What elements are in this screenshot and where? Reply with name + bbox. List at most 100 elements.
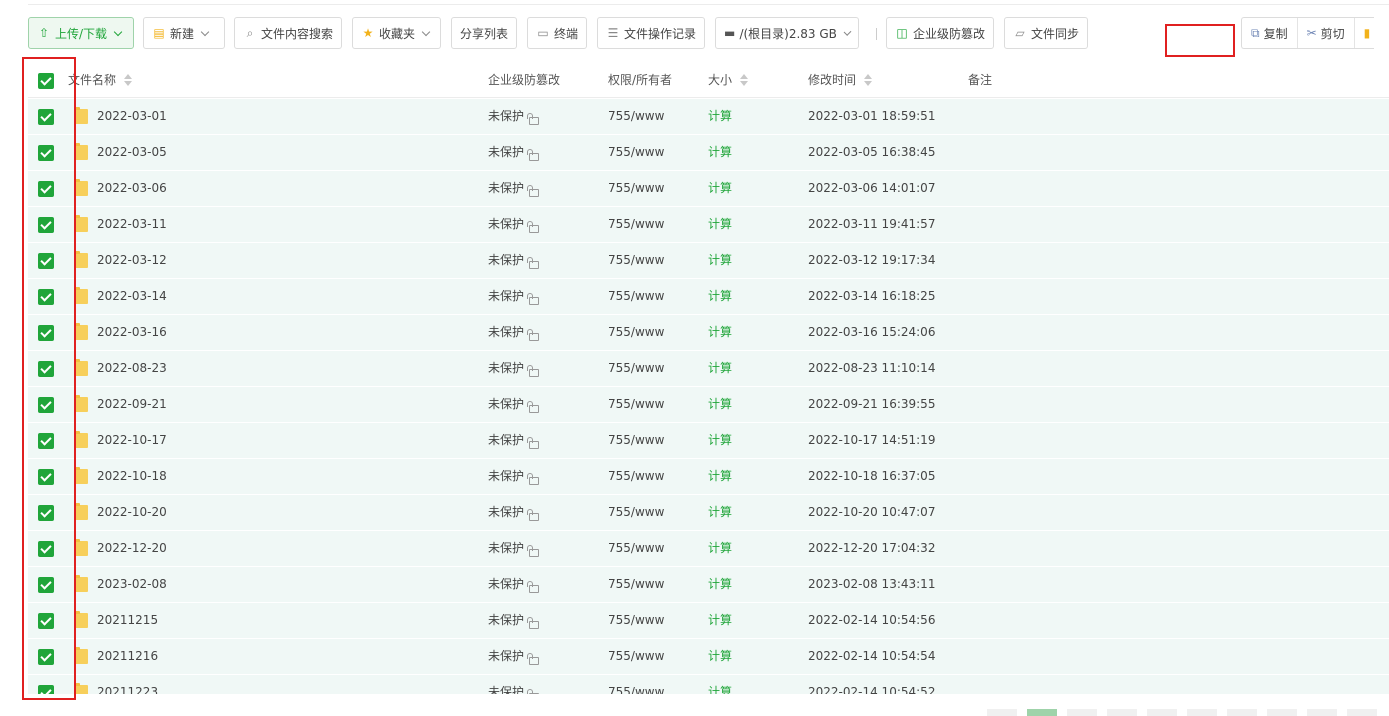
disk-selector[interactable]: ▬ /(根目录)2.83 GB — [715, 17, 859, 49]
new-button[interactable]: ▤ 新建 — [143, 17, 225, 49]
table-row[interactable]: 2022-10-18 未保护 755/www 计算 2022-10-18 16:37:0… — [28, 459, 1389, 495]
table-row[interactable]: 20211216 未保护 755/www 计算 2022-02-14 10:54:54 — [28, 639, 1389, 675]
protect-status[interactable]: 未保护 — [488, 423, 540, 458]
pager-button[interactable] — [1187, 709, 1217, 716]
protect-status[interactable]: 未保护 — [488, 315, 540, 350]
pager-button[interactable] — [1107, 709, 1137, 716]
protect-status[interactable]: 未保护 — [488, 351, 540, 386]
table-row[interactable]: 2023-02-08 未保护 755/www 计算 2023-02-08 13:43:1… — [28, 567, 1389, 603]
protect-status[interactable]: 未保护 — [488, 495, 540, 530]
file-name[interactable]: 2022-03-16 — [97, 315, 167, 350]
col-header-name[interactable]: 文件名称 — [68, 62, 133, 98]
content-search-button[interactable]: ⌕ 文件内容搜索 — [234, 17, 342, 49]
file-name[interactable]: 20211223 — [97, 675, 158, 694]
operation-log-button[interactable]: ☰ 文件操作记录 — [597, 17, 705, 49]
file-name[interactable]: 2022-03-11 — [97, 207, 167, 242]
file-sync-button[interactable]: ▱ 文件同步 — [1004, 17, 1088, 49]
protect-status[interactable]: 未保护 — [488, 459, 540, 494]
protect-status[interactable]: 未保护 — [488, 567, 540, 602]
permission[interactable]: 755/www — [608, 459, 664, 494]
file-name[interactable]: 2022-03-06 — [97, 171, 167, 206]
favorites-button[interactable]: ★ 收藏夹 — [352, 17, 441, 49]
col-header-mtime[interactable]: 修改时间 — [808, 62, 873, 98]
table-row[interactable]: 2022-10-17 未保护 755/www 计算 2022-10-17 14:51:1… — [28, 423, 1389, 459]
table-row[interactable]: 20211223 未保护 755/www 计算 2022-02-14 10:54:52 — [28, 675, 1389, 694]
cut-button[interactable]: ✂ 剪切 — [1298, 18, 1355, 48]
pager-button[interactable] — [1067, 709, 1097, 716]
protect-status[interactable]: 未保护 — [488, 135, 540, 170]
terminal-button[interactable]: ▭ 终端 — [527, 17, 587, 49]
permission[interactable]: 755/www — [608, 567, 664, 602]
calc-size-link[interactable]: 计算 — [708, 135, 732, 170]
permission[interactable]: 755/www — [608, 315, 664, 350]
more-batch-button[interactable]: ▮ — [1355, 18, 1375, 48]
table-row[interactable]: 2022-03-12 未保护 755/www 计算 2022-03-12 19:17:3… — [28, 243, 1389, 279]
file-name[interactable]: 2022-03-12 — [97, 243, 167, 278]
table-row[interactable]: 2022-03-14 未保护 755/www 计算 2022-03-14 16:18:2… — [28, 279, 1389, 315]
permission[interactable]: 755/www — [608, 675, 664, 694]
protect-status[interactable]: 未保护 — [488, 207, 540, 242]
calc-size-link[interactable]: 计算 — [708, 351, 732, 386]
file-name[interactable]: 2022-09-21 — [97, 387, 167, 422]
pager-button-current[interactable] — [1027, 709, 1057, 716]
share-list-button[interactable]: 分享列表 — [451, 17, 517, 49]
pager-button[interactable] — [1307, 709, 1337, 716]
pager-button[interactable] — [1347, 709, 1377, 716]
permission[interactable]: 755/www — [608, 171, 664, 206]
protect-status[interactable]: 未保护 — [488, 99, 540, 134]
permission[interactable]: 755/www — [608, 207, 664, 242]
tamper-protect-button[interactable]: ◫ 企业级防篡改 — [886, 17, 994, 49]
calc-size-link[interactable]: 计算 — [708, 531, 732, 566]
pager-button[interactable] — [1267, 709, 1297, 716]
file-name[interactable]: 2022-03-05 — [97, 135, 167, 170]
permission[interactable]: 755/www — [608, 279, 664, 314]
permission[interactable]: 755/www — [608, 387, 664, 422]
file-name[interactable]: 2022-03-14 — [97, 279, 167, 314]
table-row[interactable]: 2022-12-20 未保护 755/www 计算 2022-12-20 17:04:3… — [28, 531, 1389, 567]
table-row[interactable]: 2022-03-11 未保护 755/www 计算 2022-03-11 19:41:5… — [28, 207, 1389, 243]
calc-size-link[interactable]: 计算 — [708, 423, 732, 458]
calc-size-link[interactable]: 计算 — [708, 207, 732, 242]
permission[interactable]: 755/www — [608, 351, 664, 386]
table-row[interactable]: 2022-10-20 未保护 755/www 计算 2022-10-20 10:47:0… — [28, 495, 1389, 531]
calc-size-link[interactable]: 计算 — [708, 387, 732, 422]
col-header-size[interactable]: 大小 — [708, 62, 749, 98]
permission[interactable]: 755/www — [608, 135, 664, 170]
permission[interactable]: 755/www — [608, 603, 664, 638]
file-name[interactable]: 20211215 — [97, 603, 158, 638]
protect-status[interactable]: 未保护 — [488, 279, 540, 314]
table-row[interactable]: 2022-03-05 未保护 755/www 计算 2022-03-05 16:38:4… — [28, 135, 1389, 171]
file-name[interactable]: 20211216 — [97, 639, 158, 674]
protect-status[interactable]: 未保护 — [488, 639, 540, 674]
table-row[interactable]: 2022-03-16 未保护 755/www 计算 2022-03-16 15:24:0… — [28, 315, 1389, 351]
file-name[interactable]: 2022-03-01 — [97, 99, 167, 134]
protect-status[interactable]: 未保护 — [488, 531, 540, 566]
calc-size-link[interactable]: 计算 — [708, 639, 732, 674]
calc-size-link[interactable]: 计算 — [708, 675, 732, 694]
pager-button[interactable] — [1227, 709, 1257, 716]
calc-size-link[interactable]: 计算 — [708, 459, 732, 494]
file-name[interactable]: 2022-10-17 — [97, 423, 167, 458]
calc-size-link[interactable]: 计算 — [708, 567, 732, 602]
file-name[interactable]: 2022-10-18 — [97, 459, 167, 494]
calc-size-link[interactable]: 计算 — [708, 171, 732, 206]
copy-button[interactable]: ⧉ 复制 — [1242, 18, 1298, 48]
pager-button[interactable] — [1147, 709, 1177, 716]
calc-size-link[interactable]: 计算 — [708, 99, 732, 134]
permission[interactable]: 755/www — [608, 99, 664, 134]
calc-size-link[interactable]: 计算 — [708, 603, 732, 638]
pager-button[interactable] — [987, 709, 1017, 716]
file-name[interactable]: 2022-12-20 — [97, 531, 167, 566]
file-name[interactable]: 2022-08-23 — [97, 351, 167, 386]
table-row[interactable]: 2022-09-21 未保护 755/www 计算 2022-09-21 16:39:5… — [28, 387, 1389, 423]
permission[interactable]: 755/www — [608, 243, 664, 278]
table-row[interactable]: 2022-03-01 未保护 755/www 计算 2022-03-01 18:59:5… — [28, 99, 1389, 135]
protect-status[interactable]: 未保护 — [488, 387, 540, 422]
calc-size-link[interactable]: 计算 — [708, 279, 732, 314]
protect-status[interactable]: 未保护 — [488, 171, 540, 206]
calc-size-link[interactable]: 计算 — [708, 315, 732, 350]
protect-status[interactable]: 未保护 — [488, 675, 540, 694]
permission[interactable]: 755/www — [608, 495, 664, 530]
calc-size-link[interactable]: 计算 — [708, 495, 732, 530]
permission[interactable]: 755/www — [608, 639, 664, 674]
